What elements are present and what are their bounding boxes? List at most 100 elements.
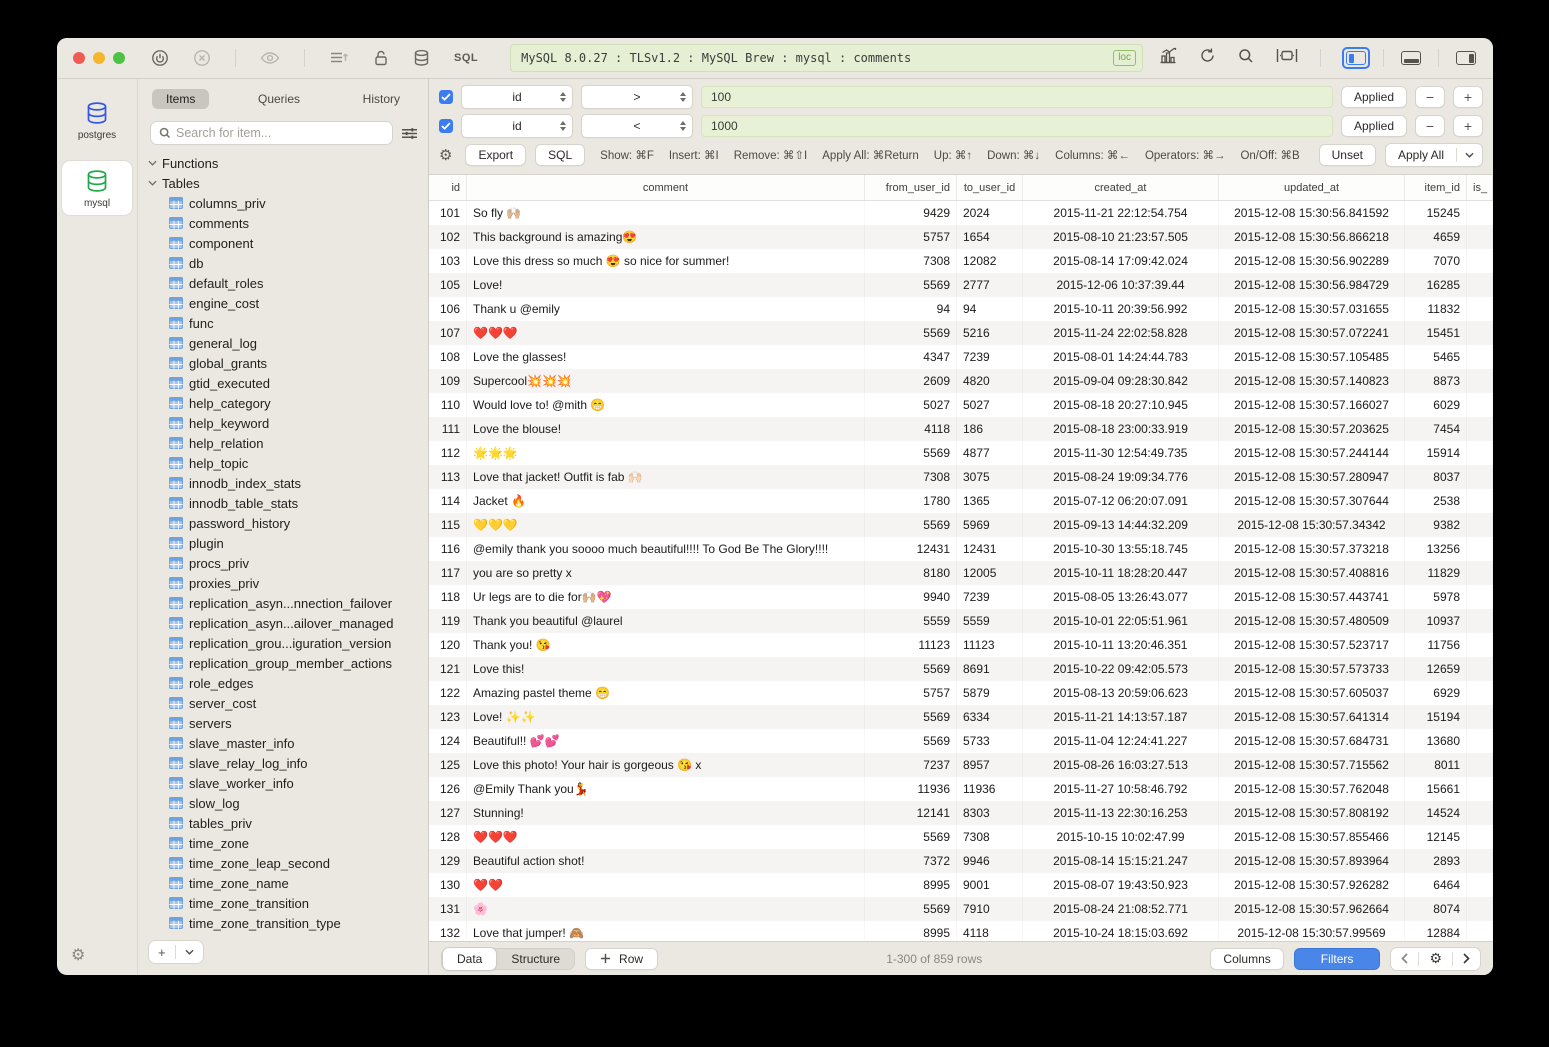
table-row[interactable]: 126@Emily Thank you💃11936119362015-11-27… [429,777,1493,801]
cell-comment[interactable]: @emily thank you soooo much beautiful!!!… [467,537,865,561]
cell-item_id[interactable]: 8011 [1405,753,1467,777]
sidebar-item-replication_group_member_actions[interactable]: replication_group_member_actions [148,653,428,673]
sidebar-item-help_category[interactable]: help_category [148,393,428,413]
table-row[interactable]: 103Love this dress so much 😍 so nice for… [429,249,1493,273]
cell-id[interactable]: 109 [429,369,467,393]
sidebar-item-slave_master_info[interactable]: slave_master_info [148,733,428,753]
cell-is_[interactable] [1467,753,1493,777]
filter-applied-button[interactable]: Applied [1341,115,1407,137]
cell-from_user_id[interactable]: 7308 [865,249,957,273]
sidebar-item-proxies_priv[interactable]: proxies_priv [148,573,428,593]
sidebar-item-time_zone_transition[interactable]: time_zone_transition [148,893,428,913]
cell-is_[interactable] [1467,561,1493,585]
cell-created_at[interactable]: 2015-10-11 13:20:46.351 [1023,633,1219,657]
cell-created_at[interactable]: 2015-10-11 18:28:20.447 [1023,561,1219,585]
connection-title-field[interactable]: MySQL 8.0.27 : TLSv1.2 : MySQL Brew : my… [510,44,1143,72]
table-row[interactable]: 120Thank you! 😘11123111232015-10-11 13:2… [429,633,1493,657]
cell-from_user_id[interactable]: 11123 [865,633,957,657]
cell-id[interactable]: 132 [429,921,467,941]
cell-comment[interactable]: Love that jacket! Outfit is fab 🙌🏻 [467,465,865,489]
fit-columns-icon[interactable] [1276,48,1298,68]
cell-updated_at[interactable]: 2015-12-08 15:30:57.34342 [1219,513,1405,537]
apply-all-button[interactable]: Apply All [1385,143,1483,167]
sidebar-item-password_history[interactable]: password_history [148,513,428,533]
sidebar-section-functions[interactable]: Functions [148,153,428,173]
cell-is_[interactable] [1467,633,1493,657]
cell-updated_at[interactable]: 2015-12-08 15:30:57.031655 [1219,297,1405,321]
column-header-updated_at[interactable]: updated_at [1219,175,1405,200]
filter-operator-select[interactable]: < [581,114,693,138]
cell-to_user_id[interactable]: 5559 [957,609,1023,633]
cell-id[interactable]: 125 [429,753,467,777]
sidebar-item-server_cost[interactable]: server_cost [148,693,428,713]
cell-is_[interactable] [1467,825,1493,849]
cell-is_[interactable] [1467,705,1493,729]
cell-id[interactable]: 123 [429,705,467,729]
table-row[interactable]: 129Beautiful action shot!737299462015-08… [429,849,1493,873]
database-icon[interactable] [413,49,430,67]
preview-eye-icon[interactable] [260,50,280,66]
cell-comment[interactable]: 🌸 [467,897,865,921]
cell-item_id[interactable]: 13680 [1405,729,1467,753]
filter-applied-button[interactable]: Applied [1341,86,1407,108]
cell-id[interactable]: 118 [429,585,467,609]
table-row[interactable]: 131🌸556979102015-08-24 21:08:52.7712015-… [429,897,1493,921]
cell-from_user_id[interactable]: 11936 [865,777,957,801]
cell-created_at[interactable]: 2015-08-13 20:59:06.623 [1023,681,1219,705]
cell-id[interactable]: 121 [429,657,467,681]
cell-updated_at[interactable]: 2015-12-08 15:30:57.855466 [1219,825,1405,849]
cell-updated_at[interactable]: 2015-12-08 15:30:56.984729 [1219,273,1405,297]
cell-comment[interactable]: Stunning! [467,801,865,825]
sql-button[interactable]: SQL [535,144,585,166]
tab-data[interactable]: Data [442,947,497,971]
add-item-chevron[interactable] [176,941,203,963]
table-row[interactable]: 105Love!556927772015-12-06 10:37:39.4420… [429,273,1493,297]
cell-from_user_id[interactable]: 5757 [865,225,957,249]
cell-comment[interactable]: Beautiful action shot! [467,849,865,873]
cell-to_user_id[interactable]: 8957 [957,753,1023,777]
cell-from_user_id[interactable]: 5569 [865,897,957,921]
sidebar-item-general_log[interactable]: general_log [148,333,428,353]
connection-mysql[interactable]: mysql [62,161,132,215]
cell-from_user_id[interactable]: 5569 [865,441,957,465]
sidebar-item-replication_asynnnection_failover[interactable]: replication_asyn...nnection_failover [148,593,428,613]
filter-value-input[interactable]: 1000 [701,115,1333,137]
cell-id[interactable]: 122 [429,681,467,705]
cell-item_id[interactable]: 15914 [1405,441,1467,465]
cell-created_at[interactable]: 2015-10-15 10:02:47.99 [1023,825,1219,849]
table-row[interactable]: 109Supercool💥💥💥260948202015-09-04 09:28:… [429,369,1493,393]
cell-comment[interactable]: Thank you! 😘 [467,633,865,657]
cell-updated_at[interactable]: 2015-12-08 15:30:57.443741 [1219,585,1405,609]
unset-button[interactable]: Unset [1319,144,1376,166]
cell-id[interactable]: 129 [429,849,467,873]
cell-is_[interactable] [1467,345,1493,369]
filter-sliders-icon[interactable] [401,126,418,141]
cell-created_at[interactable]: 2015-08-26 16:03:27.513 [1023,753,1219,777]
cell-is_[interactable] [1467,897,1493,921]
cell-comment[interactable]: Love! ✨✨ [467,705,865,729]
column-header-comment[interactable]: comment [467,175,865,200]
cell-is_[interactable] [1467,873,1493,897]
cell-id[interactable]: 128 [429,825,467,849]
cell-created_at[interactable]: 2015-11-24 22:02:58.828 [1023,321,1219,345]
cell-id[interactable]: 117 [429,561,467,585]
cell-is_[interactable] [1467,801,1493,825]
cell-from_user_id[interactable]: 94 [865,297,957,321]
sidebar-item-innodb_index_stats[interactable]: innodb_index_stats [148,473,428,493]
table-row[interactable]: 132Love that jumper! 🙈899541182015-10-24… [429,921,1493,941]
cell-created_at[interactable]: 2015-12-06 10:37:39.44 [1023,273,1219,297]
cell-item_id[interactable]: 5978 [1405,585,1467,609]
sidebar-item-time_zone_name[interactable]: time_zone_name [148,873,428,893]
cell-created_at[interactable]: 2015-08-14 15:15:21.247 [1023,849,1219,873]
cell-from_user_id[interactable]: 9429 [865,201,957,225]
cell-comment[interactable]: ❤️❤️ [467,873,865,897]
cell-updated_at[interactable]: 2015-12-08 15:30:57.808192 [1219,801,1405,825]
cell-created_at[interactable]: 2015-08-18 23:00:33.919 [1023,417,1219,441]
sidebar-item-gtid_executed[interactable]: gtid_executed [148,373,428,393]
cell-item_id[interactable]: 8037 [1405,465,1467,489]
table-row[interactable]: 119Thank you beautiful @laurel5559555920… [429,609,1493,633]
table-row[interactable]: 122Amazing pastel theme 😁575758792015-08… [429,681,1493,705]
cell-updated_at[interactable]: 2015-12-08 15:30:57.715562 [1219,753,1405,777]
sidebar-item-procs_priv[interactable]: procs_priv [148,553,428,573]
cell-id[interactable]: 113 [429,465,467,489]
